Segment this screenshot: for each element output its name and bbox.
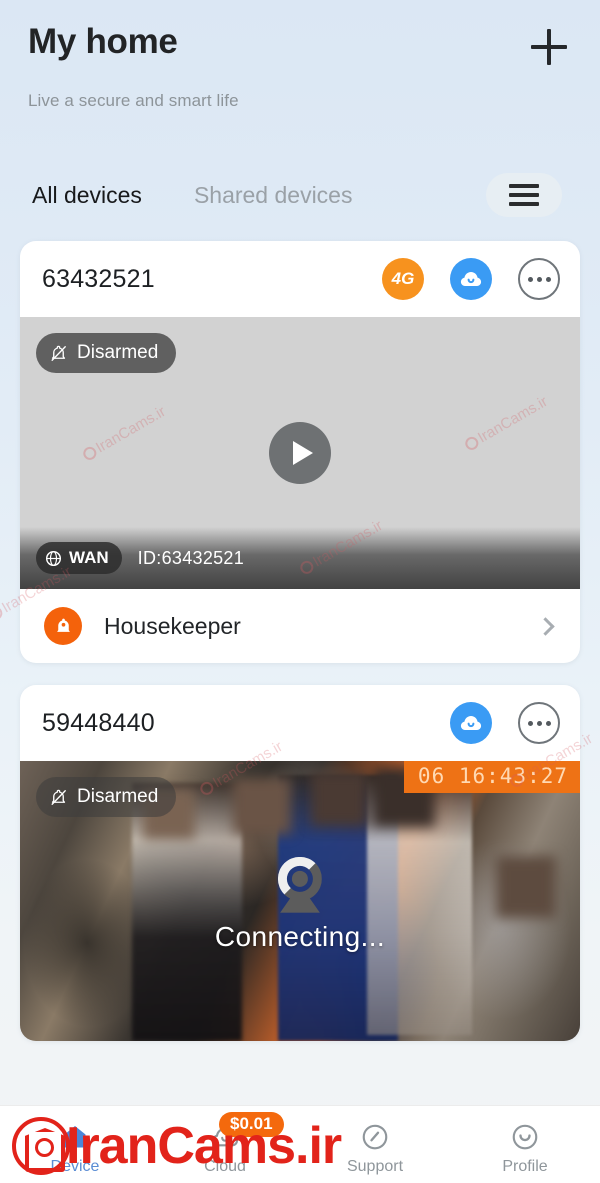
connection-badge: WAN [36,542,122,574]
camera-lens [291,870,308,887]
cloud-icon[interactable] [450,702,492,744]
more-options-icon [536,276,542,282]
more-options-icon [545,276,551,282]
nav-item-cloud[interactable]: $0.01 Cloud [150,1106,300,1183]
more-options-icon [527,720,533,726]
play-button[interactable] [269,422,331,484]
cloud-price-badge[interactable]: $0.01 [219,1112,284,1137]
header-subtitle: Live a secure and smart life [28,91,239,110]
tab-all-devices[interactable]: All devices [22,178,152,213]
housekeeper-row[interactable]: Housekeeper [20,589,580,663]
connecting-indicator: Connecting... [214,856,386,953]
tabs-bar: All devices Shared devices [0,173,600,217]
device-video-preview[interactable]: Disarmed WAN ID:63432521 IranCams.ir Ira… [20,317,580,589]
support-icon [360,1120,390,1154]
arm-status-badge[interactable]: Disarmed [36,777,177,817]
chevron-right-icon [536,616,555,636]
app-header: My home Live a secure and smart life [0,0,600,111]
network-badge-4g[interactable]: 4G [382,258,424,300]
nav-item-device[interactable]: Device [0,1106,150,1183]
more-options-button[interactable] [518,258,560,300]
device-list: 63432521 4G Disarmed WAN ID:63432521 Ira… [0,241,600,1041]
device-card[interactable]: 59448440 06 16:43:27 Disarmed Connecting… [20,685,580,1041]
video-overlay-device-id: ID:63432521 [137,547,245,568]
page-title: My home [28,22,178,61]
arm-status-label: Disarmed [77,342,159,363]
device-card[interactable]: 63432521 4G Disarmed WAN ID:63432521 Ira… [20,241,580,663]
more-options-icon [536,720,542,726]
tab-shared-devices[interactable]: Shared devices [184,178,363,213]
nav-label-support: Support [346,1157,404,1175]
connecting-label: Connecting... [214,920,386,952]
more-options-icon [527,276,533,282]
video-timestamp: 06 16:43:27 [403,761,580,793]
profile-smiley-icon [510,1120,540,1154]
house-icon [60,1120,90,1154]
device-card-header: 59448440 [20,685,580,761]
blurred-face [496,856,556,919]
watermark: IranCams.ir [80,403,169,464]
nav-label-profile: Profile [502,1157,548,1175]
housekeeper-label: Housekeeper [104,612,241,639]
camera-base [279,896,320,913]
app-screen: My home Live a secure and smart life All… [0,0,600,1183]
nav-label-device: Device [50,1157,100,1175]
bell-icon [44,607,82,645]
nav-item-support[interactable]: Support [300,1106,450,1183]
more-options-icon [545,720,551,726]
hamburger-menu-icon [509,184,539,188]
watermark-logo-icon [462,434,481,453]
device-video-preview[interactable]: 06 16:43:27 Disarmed Connecting... [20,761,580,1041]
blurred-face [232,777,291,834]
device-id-label: 59448440 [42,708,155,737]
more-options-button[interactable] [518,702,560,744]
cloud-icon[interactable] [450,258,492,300]
nav-label-cloud: Cloud [204,1157,246,1175]
connection-label: WAN [69,548,109,567]
bell-slash-icon [51,789,66,805]
nav-item-profile[interactable]: Profile [450,1106,600,1183]
globe-icon [45,550,62,566]
device-card-header: 63432521 4G [20,241,580,317]
arm-status-badge[interactable]: Disarmed [36,333,177,373]
hamburger-menu-icon [509,193,539,197]
hamburger-menu-icon [509,202,539,206]
watermark: IranCams.ir [462,393,551,454]
blurred-face [311,772,368,827]
bell-slash-icon [51,345,66,361]
header-row: My home [28,22,572,70]
hamburger-menu-button[interactable] [486,173,562,217]
bottom-navigation: Device $0.01 Cloud Support Profile [0,1105,600,1183]
device-id-label: 63432521 [42,264,155,293]
camera-loading-icon [272,856,328,913]
watermark-logo-icon [80,444,99,463]
add-device-button[interactable] [526,24,572,70]
video-info-bar: WAN ID:63432521 [20,527,580,589]
arm-status-label: Disarmed [77,786,159,807]
